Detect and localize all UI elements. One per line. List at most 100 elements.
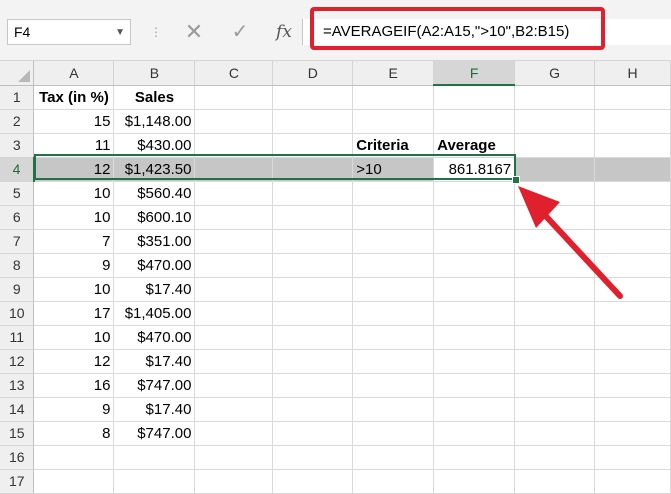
cell-d16[interactable] (272, 445, 354, 470)
row-header-14[interactable]: 14 (0, 397, 35, 422)
cell-h14[interactable] (594, 397, 671, 422)
cell-e17[interactable] (352, 469, 435, 494)
row-header-6[interactable]: 6 (0, 205, 35, 230)
column-header-b[interactable]: B (113, 61, 196, 86)
select-all-corner[interactable] (0, 61, 35, 86)
cell-d7[interactable] (272, 229, 354, 254)
cell-b7[interactable]: $351.00 (113, 229, 196, 254)
row-header-10[interactable]: 10 (0, 301, 35, 326)
cell-b9[interactable]: $17.40 (113, 277, 196, 302)
cell-b5[interactable]: $560.40 (113, 181, 196, 206)
cell-b2[interactable]: $1,148.00 (113, 109, 196, 134)
cell-c6[interactable] (194, 205, 274, 230)
cell-b14[interactable]: $17.40 (113, 397, 196, 422)
column-header-h[interactable]: H (594, 61, 671, 86)
cell-b13[interactable]: $747.00 (113, 373, 196, 398)
cell-g14[interactable] (514, 397, 596, 422)
cell-f10[interactable] (433, 301, 516, 326)
cell-d11[interactable] (272, 325, 354, 350)
row-header-3[interactable]: 3 (0, 133, 35, 158)
cell-f7[interactable] (433, 229, 516, 254)
cell-c7[interactable] (194, 229, 274, 254)
cell-f9[interactable] (433, 277, 516, 302)
check-icon[interactable]: ✓ (227, 17, 253, 47)
cell-b12[interactable]: $17.40 (113, 349, 196, 374)
cell-c3[interactable] (194, 133, 274, 158)
row-header-9[interactable]: 9 (0, 277, 35, 302)
row-header-13[interactable]: 13 (0, 373, 35, 398)
cell-c14[interactable] (194, 397, 274, 422)
cell-a5[interactable]: 10 (33, 181, 115, 206)
cell-d15[interactable] (272, 421, 354, 446)
cell-b15[interactable]: $747.00 (113, 421, 196, 446)
cell-f4[interactable]: 861.8167 (433, 157, 516, 182)
cell-f12[interactable] (433, 349, 516, 374)
cell-f5[interactable] (433, 181, 516, 206)
cell-e13[interactable] (352, 373, 435, 398)
cell-e3[interactable]: Criteria (352, 133, 435, 158)
cell-a17[interactable] (33, 469, 115, 494)
row-header-17[interactable]: 17 (0, 469, 35, 494)
cell-f17[interactable] (433, 469, 516, 494)
cell-h6[interactable] (594, 205, 671, 230)
row-header-1[interactable]: 1 (0, 85, 35, 110)
cell-b6[interactable]: $600.10 (113, 205, 196, 230)
cell-g13[interactable] (514, 373, 596, 398)
cell-a3[interactable]: 11 (33, 133, 115, 158)
cell-f2[interactable] (433, 109, 516, 134)
cell-g1[interactable] (514, 85, 596, 110)
cell-a11[interactable]: 10 (33, 325, 115, 350)
cell-h5[interactable] (594, 181, 671, 206)
cell-e4[interactable]: >10 (352, 157, 435, 182)
cell-e14[interactable] (352, 397, 435, 422)
cell-c13[interactable] (194, 373, 274, 398)
cell-e5[interactable] (352, 181, 435, 206)
cell-d2[interactable] (272, 109, 354, 134)
cell-h13[interactable] (594, 373, 671, 398)
cell-h2[interactable] (594, 109, 671, 134)
cell-b11[interactable]: $470.00 (113, 325, 196, 350)
cell-b3[interactable]: $430.00 (113, 133, 196, 158)
cell-f13[interactable] (433, 373, 516, 398)
cell-d8[interactable] (272, 253, 354, 278)
cell-f11[interactable] (433, 325, 516, 350)
cell-g15[interactable] (514, 421, 596, 446)
row-header-16[interactable]: 16 (0, 445, 35, 470)
row-header-12[interactable]: 12 (0, 349, 35, 374)
chevron-down-icon[interactable]: ▼ (115, 21, 125, 45)
cell-a8[interactable]: 9 (33, 253, 115, 278)
cell-c12[interactable] (194, 349, 274, 374)
cell-f15[interactable] (433, 421, 516, 446)
cell-e8[interactable] (352, 253, 435, 278)
cell-e7[interactable] (352, 229, 435, 254)
cell-a1[interactable]: Tax (in %) (33, 85, 115, 110)
cell-b10[interactable]: $1,405.00 (113, 301, 196, 326)
cell-d9[interactable] (272, 277, 354, 302)
cell-c10[interactable] (194, 301, 274, 326)
cell-a9[interactable]: 10 (33, 277, 115, 302)
cell-a14[interactable]: 9 (33, 397, 115, 422)
column-header-f[interactable]: F (433, 61, 516, 86)
column-header-c[interactable]: C (194, 61, 274, 86)
cell-e15[interactable] (352, 421, 435, 446)
cell-h15[interactable] (594, 421, 671, 446)
cell-f3[interactable]: Average (433, 133, 516, 158)
cell-h16[interactable] (594, 445, 671, 470)
cell-h4[interactable] (594, 157, 671, 182)
column-header-e[interactable]: E (352, 61, 435, 86)
cell-c1[interactable] (194, 85, 274, 110)
cell-d4[interactable] (272, 157, 354, 182)
cell-e16[interactable] (352, 445, 435, 470)
cell-f14[interactable] (433, 397, 516, 422)
cell-b17[interactable] (113, 469, 196, 494)
cell-c17[interactable] (194, 469, 274, 494)
cell-g8[interactable] (514, 253, 596, 278)
cell-d14[interactable] (272, 397, 354, 422)
column-header-d[interactable]: D (272, 61, 354, 86)
cell-h8[interactable] (594, 253, 671, 278)
cell-a2[interactable]: 15 (33, 109, 115, 134)
cell-a15[interactable]: 8 (33, 421, 115, 446)
cell-f8[interactable] (433, 253, 516, 278)
column-header-g[interactable]: G (514, 61, 596, 86)
cell-h10[interactable] (594, 301, 671, 326)
